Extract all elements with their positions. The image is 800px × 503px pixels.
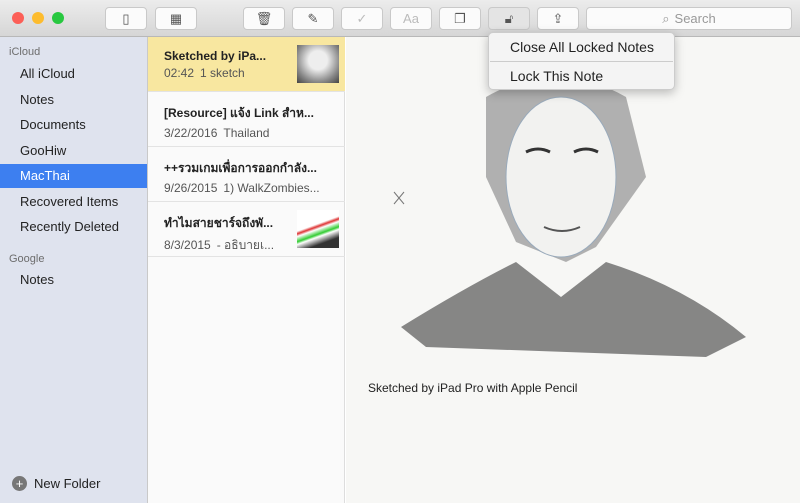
sidebar: iCloud All iCloud Notes Documents GooHiw… [0, 37, 148, 503]
table-button[interactable]: ❐ [439, 7, 481, 30]
grid-icon: ▦ [169, 10, 183, 26]
search-input[interactable]: ⌕ Search [586, 7, 792, 30]
note-date: 3/22/2016 [164, 126, 218, 140]
new-folder-button[interactable]: + New Folder [12, 476, 100, 491]
sidebar-item-goohiw[interactable]: GooHiw [0, 139, 147, 163]
note-item[interactable]: Sketched by iPa... 02:42 1 sketch [148, 37, 345, 92]
menu-item-lock-this-note[interactable]: Lock This Note [489, 62, 674, 90]
zoom-button[interactable] [52, 12, 64, 24]
lock-menu: Close All Locked Notes Lock This Note [488, 32, 675, 90]
search-icon: ⌕ [662, 10, 670, 26]
trash-icon: 🗑︎ [255, 10, 273, 26]
sidebar-item-notes[interactable]: Notes [0, 88, 147, 112]
note-preview: 1) WalkZombies... [223, 181, 320, 195]
checkmark-icon: ✓ [356, 10, 368, 26]
table-icon: ❐ [454, 10, 466, 26]
sidebar-item-macthai[interactable]: MacThai [0, 164, 147, 188]
sidebar-item-all-icloud[interactable]: All iCloud [0, 62, 147, 86]
compose-button[interactable]: ✎ [292, 7, 334, 30]
section-header-google: Google [9, 253, 45, 265]
sidebar-item-recovered-items[interactable]: Recovered Items [0, 190, 147, 214]
note-editor[interactable]: Sketched by iPad Pro with Apple Pencil [346, 37, 800, 503]
menu-item-close-all-locked-notes[interactable]: Close All Locked Notes [489, 33, 674, 61]
note-title: [Resource] แจ้ง Link สำห... [164, 106, 314, 120]
notes-list: Sketched by iPa... 02:42 1 sketch [Resour… [148, 37, 345, 503]
share-icon: ⇪ [552, 10, 564, 26]
sidebar-item-google-notes[interactable]: Notes [0, 268, 147, 292]
image-thumbnail [297, 210, 339, 248]
delete-button[interactable]: 🗑︎ [243, 7, 285, 30]
note-preview: Thailand [223, 126, 270, 140]
section-header-icloud: iCloud [9, 46, 41, 58]
sketch-thumbnail [297, 45, 339, 83]
toolbar: ▯ ▦ 🗑︎ ✎ ✓ Aa ❐ 🔓︎ ⇪ ⌕ Search [0, 0, 800, 37]
minimize-button[interactable] [32, 12, 44, 24]
plus-icon: + [12, 476, 27, 491]
note-title: ทำไมสายชาร์จถึงพั... [164, 216, 274, 230]
note-title: ++รวมเกมเพื่อการออกกำลัง... [164, 161, 317, 175]
sidebar-toggle-button[interactable]: ▯ [105, 7, 147, 30]
note-item[interactable]: ทำไมสายชาร์จถึงพั... 8/3/2015 - อธิบายเ..… [148, 202, 345, 257]
note-date: 02:42 [164, 66, 195, 80]
note-date: 9/26/2015 [164, 181, 218, 195]
format-button[interactable]: Aa [390, 7, 432, 30]
compose-icon: ✎ [307, 10, 319, 26]
checklist-button[interactable]: ✓ [341, 7, 383, 30]
note-item[interactable]: [Resource] แจ้ง Link สำห... 3/22/2016 Tha… [148, 92, 345, 147]
lock-button[interactable]: 🔓︎ [488, 7, 530, 30]
sidebar-item-documents[interactable]: Documents [0, 113, 147, 137]
sidebar-icon: ▯ [122, 10, 130, 26]
format-icon: Aa [403, 11, 419, 26]
note-item[interactable]: ++รวมเกมเพื่อการออกกำลัง... 9/26/2015 1) … [148, 147, 345, 202]
sidebar-item-recently-deleted[interactable]: Recently Deleted [0, 215, 147, 239]
close-button[interactable] [12, 12, 24, 24]
note-preview: 1 sketch [200, 66, 245, 80]
share-button[interactable]: ⇪ [537, 7, 579, 30]
gallery-view-button[interactable]: ▦ [155, 7, 197, 30]
note-caption: Sketched by iPad Pro with Apple Pencil [368, 381, 578, 395]
note-preview: - อธิบายเ... [216, 238, 275, 252]
lock-icon: 🔓︎ [504, 10, 514, 26]
note-date: 8/3/2015 [164, 238, 211, 252]
